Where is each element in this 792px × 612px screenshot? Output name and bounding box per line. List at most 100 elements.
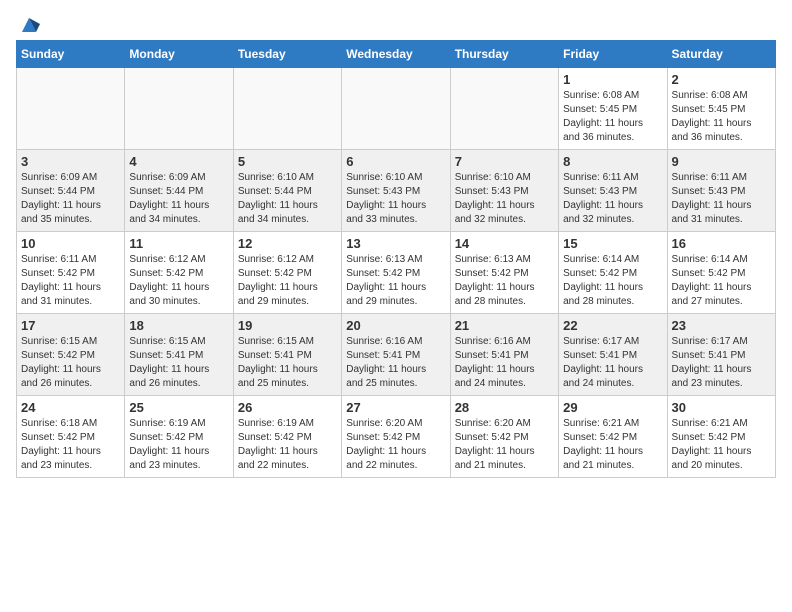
calendar-cell: 27 Sunrise: 6:20 AM Sunset: 5:42 PM Dayli… [342, 396, 450, 478]
calendar-cell: 13 Sunrise: 6:13 AM Sunset: 5:42 PM Dayli… [342, 232, 450, 314]
day-number: 6 [346, 154, 445, 169]
day-info: Sunrise: 6:15 AM Sunset: 5:41 PM Dayligh… [238, 335, 337, 391]
calendar-cell: 1Sunrise: 6:08 AM Sunset: 5:45 PM Daylig… [559, 68, 667, 150]
calendar-cell: 21 Sunrise: 6:16 AM Sunset: 5:41 PM Dayli… [450, 314, 558, 396]
calendar-cell: 7 Sunrise: 6:10 AM Sunset: 5:43 PM Daylig… [450, 150, 558, 232]
calendar-cell: 30 Sunrise: 6:21 AM Sunset: 5:42 PM Dayli… [667, 396, 775, 478]
day-info: Sunrise: 6:13 AM Sunset: 5:42 PM Dayligh… [455, 253, 554, 309]
calendar-cell: 9 Sunrise: 6:11 AM Sunset: 5:43 PM Daylig… [667, 150, 775, 232]
logo [16, 16, 40, 32]
calendar-cell: 2 Sunrise: 6:08 AM Sunset: 5:45 PM Daylig… [667, 68, 775, 150]
day-info: Sunrise: 6:19 AM Sunset: 5:42 PM Dayligh… [238, 417, 337, 473]
day-info: Sunrise: 6:15 AM Sunset: 5:41 PM Dayligh… [129, 335, 228, 391]
weekday-header-friday: Friday [559, 41, 667, 68]
day-info: Sunrise: 6:11 AM Sunset: 5:43 PM Dayligh… [672, 171, 771, 227]
calendar-cell: 5 Sunrise: 6:10 AM Sunset: 5:44 PM Daylig… [233, 150, 341, 232]
day-number: 30 [672, 400, 771, 415]
calendar-cell: 28 Sunrise: 6:20 AM Sunset: 5:42 PM Dayli… [450, 396, 558, 478]
day-info: Sunrise: 6:12 AM Sunset: 5:42 PM Dayligh… [238, 253, 337, 309]
day-info: Sunrise: 6:14 AM Sunset: 5:42 PM Dayligh… [672, 253, 771, 309]
calendar-cell: 19 Sunrise: 6:15 AM Sunset: 5:41 PM Dayli… [233, 314, 341, 396]
weekday-header-thursday: Thursday [450, 41, 558, 68]
calendar-cell: 26 Sunrise: 6:19 AM Sunset: 5:42 PM Dayli… [233, 396, 341, 478]
day-number: 5 [238, 154, 337, 169]
day-number: 27 [346, 400, 445, 415]
day-info: Sunrise: 6:09 AM Sunset: 5:44 PM Dayligh… [21, 171, 120, 227]
calendar-cell [125, 68, 233, 150]
calendar-cell: 18 Sunrise: 6:15 AM Sunset: 5:41 PM Dayli… [125, 314, 233, 396]
calendar-cell: 16 Sunrise: 6:14 AM Sunset: 5:42 PM Dayli… [667, 232, 775, 314]
day-number: 7 [455, 154, 554, 169]
day-info: Sunrise: 6:12 AM Sunset: 5:42 PM Dayligh… [129, 253, 228, 309]
day-info: Sunrise: 6:16 AM Sunset: 5:41 PM Dayligh… [346, 335, 445, 391]
calendar-cell: 15 Sunrise: 6:14 AM Sunset: 5:42 PM Dayli… [559, 232, 667, 314]
day-number: 10 [21, 236, 120, 251]
calendar-cell [342, 68, 450, 150]
day-number: 29 [563, 400, 662, 415]
day-number: 11 [129, 236, 228, 251]
calendar-cell [17, 68, 125, 150]
calendar-cell: 24 Sunrise: 6:18 AM Sunset: 5:42 PM Dayli… [17, 396, 125, 478]
day-number: 22 [563, 318, 662, 333]
day-info: Sunrise: 6:09 AM Sunset: 5:44 PM Dayligh… [129, 171, 228, 227]
calendar-cell: 29 Sunrise: 6:21 AM Sunset: 5:42 PM Dayli… [559, 396, 667, 478]
day-number: 21 [455, 318, 554, 333]
day-info: Sunrise: 6:10 AM Sunset: 5:43 PM Dayligh… [455, 171, 554, 227]
weekday-header-monday: Monday [125, 41, 233, 68]
day-number: 19 [238, 318, 337, 333]
calendar-cell: 12 Sunrise: 6:12 AM Sunset: 5:42 PM Dayli… [233, 232, 341, 314]
weekday-header-saturday: Saturday [667, 41, 775, 68]
day-info: Sunrise: 6:16 AM Sunset: 5:41 PM Dayligh… [455, 335, 554, 391]
calendar-cell: 17 Sunrise: 6:15 AM Sunset: 5:42 PM Dayli… [17, 314, 125, 396]
day-number: 8 [563, 154, 662, 169]
day-info: Sunrise: 6:18 AM Sunset: 5:42 PM Dayligh… [21, 417, 120, 473]
day-number: 13 [346, 236, 445, 251]
day-info: Sunrise: 6:14 AM Sunset: 5:42 PM Dayligh… [563, 253, 662, 309]
calendar-cell: 14 Sunrise: 6:13 AM Sunset: 5:42 PM Dayli… [450, 232, 558, 314]
day-info: Sunrise: 6:13 AM Sunset: 5:42 PM Dayligh… [346, 253, 445, 309]
day-number: 25 [129, 400, 228, 415]
day-number: 16 [672, 236, 771, 251]
day-info: Sunrise: 6:19 AM Sunset: 5:42 PM Dayligh… [129, 417, 228, 473]
day-info: Sunrise: 6:21 AM Sunset: 5:42 PM Dayligh… [563, 417, 662, 473]
day-number: 9 [672, 154, 771, 169]
day-info: Sunrise: 6:11 AM Sunset: 5:43 PM Dayligh… [563, 171, 662, 227]
day-number: 20 [346, 318, 445, 333]
day-number: 3 [21, 154, 120, 169]
weekday-header-sunday: Sunday [17, 41, 125, 68]
day-info: Sunrise: 6:17 AM Sunset: 5:41 PM Dayligh… [672, 335, 771, 391]
calendar-cell: 4 Sunrise: 6:09 AM Sunset: 5:44 PM Daylig… [125, 150, 233, 232]
day-info: Sunrise: 6:10 AM Sunset: 5:43 PM Dayligh… [346, 171, 445, 227]
day-number: 15 [563, 236, 662, 251]
day-number: 28 [455, 400, 554, 415]
day-number: 4 [129, 154, 228, 169]
calendar-cell: 10 Sunrise: 6:11 AM Sunset: 5:42 PM Dayli… [17, 232, 125, 314]
day-info: Sunrise: 6:20 AM Sunset: 5:42 PM Dayligh… [455, 417, 554, 473]
day-number: 2 [672, 72, 771, 87]
calendar-cell: 20 Sunrise: 6:16 AM Sunset: 5:41 PM Dayli… [342, 314, 450, 396]
day-number: 24 [21, 400, 120, 415]
logo-icon [18, 14, 40, 36]
day-info: Sunrise: 6:20 AM Sunset: 5:42 PM Dayligh… [346, 417, 445, 473]
day-info: Sunrise: 6:21 AM Sunset: 5:42 PM Dayligh… [672, 417, 771, 473]
day-number: 1 [563, 72, 662, 87]
page-header [16, 16, 776, 32]
day-number: 18 [129, 318, 228, 333]
day-info: Sunrise: 6:08 AM Sunset: 5:45 PM Dayligh… [672, 89, 771, 145]
calendar-cell: 3 Sunrise: 6:09 AM Sunset: 5:44 PM Daylig… [17, 150, 125, 232]
weekday-header-tuesday: Tuesday [233, 41, 341, 68]
day-number: 14 [455, 236, 554, 251]
calendar-cell [233, 68, 341, 150]
day-number: 12 [238, 236, 337, 251]
day-info: Sunrise: 6:15 AM Sunset: 5:42 PM Dayligh… [21, 335, 120, 391]
day-number: 23 [672, 318, 771, 333]
day-info: Sunrise: 6:11 AM Sunset: 5:42 PM Dayligh… [21, 253, 120, 309]
calendar-cell: 6 Sunrise: 6:10 AM Sunset: 5:43 PM Daylig… [342, 150, 450, 232]
calendar-table: SundayMondayTuesdayWednesdayThursdayFrid… [16, 40, 776, 478]
calendar-cell: 8 Sunrise: 6:11 AM Sunset: 5:43 PM Daylig… [559, 150, 667, 232]
calendar-cell [450, 68, 558, 150]
day-number: 17 [21, 318, 120, 333]
day-number: 26 [238, 400, 337, 415]
calendar-cell: 11 Sunrise: 6:12 AM Sunset: 5:42 PM Dayli… [125, 232, 233, 314]
day-info: Sunrise: 6:10 AM Sunset: 5:44 PM Dayligh… [238, 171, 337, 227]
